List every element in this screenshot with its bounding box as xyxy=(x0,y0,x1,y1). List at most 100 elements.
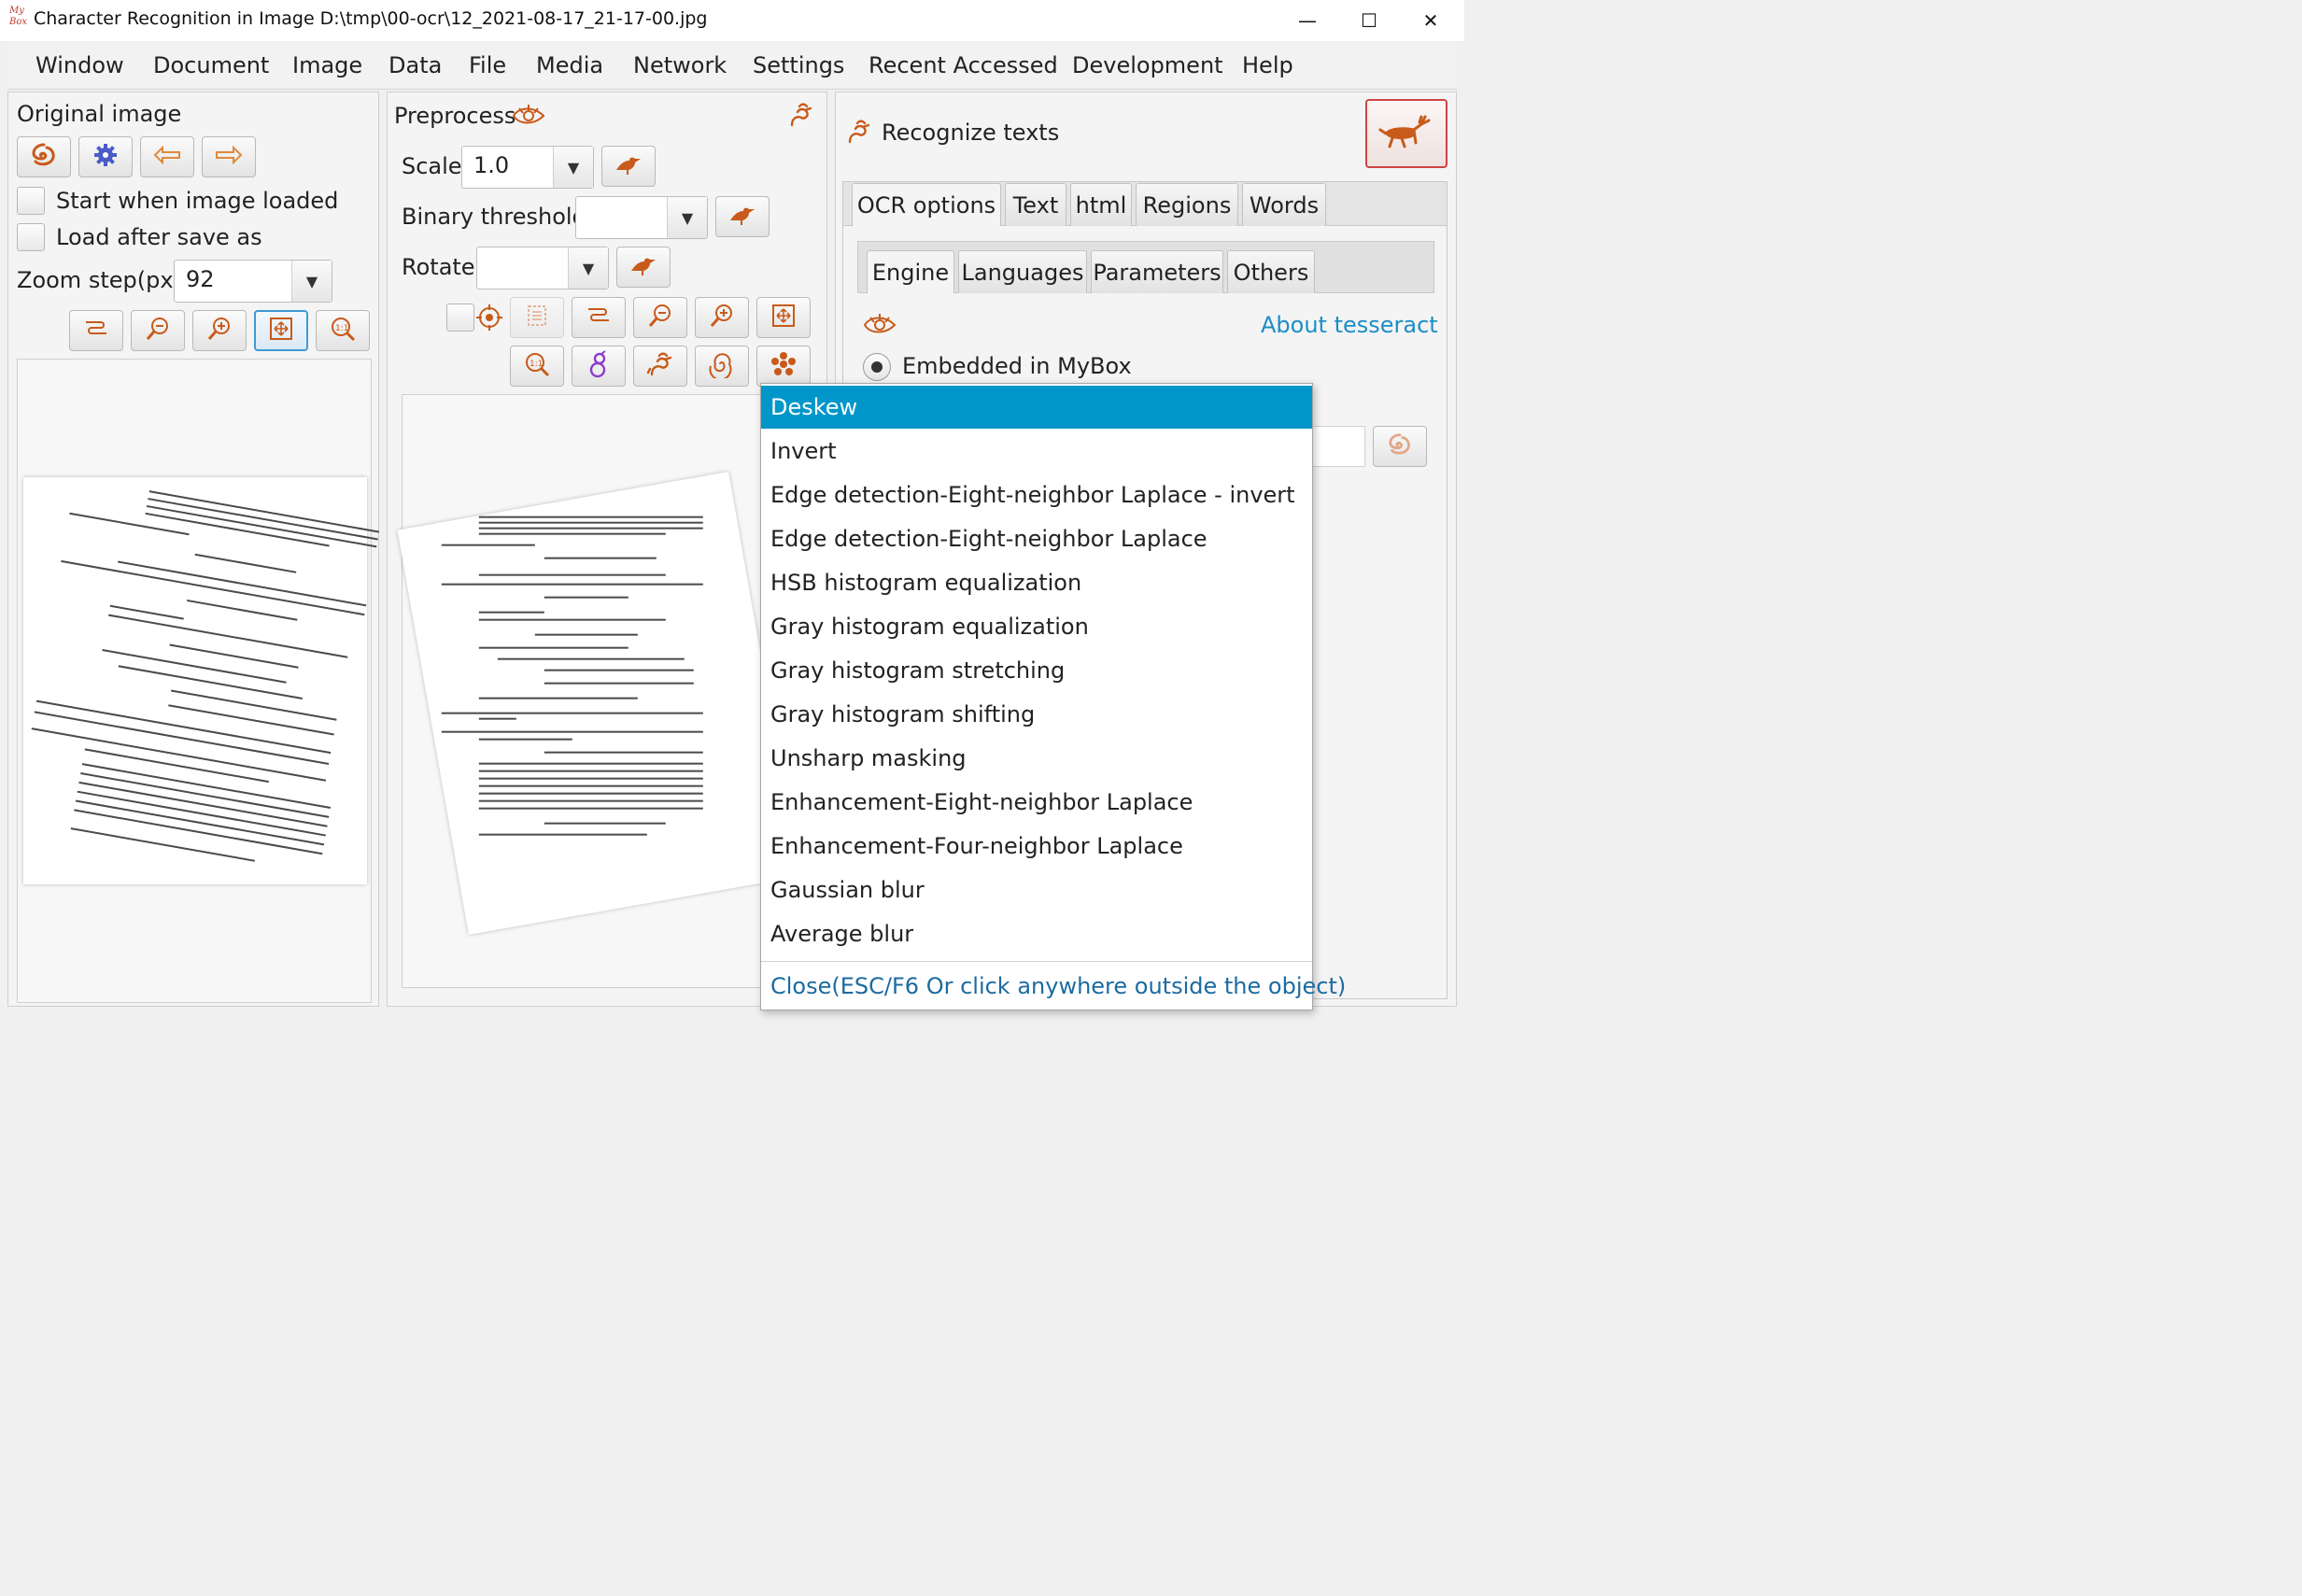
menu-document[interactable]: Document xyxy=(153,52,269,78)
arrow-right-icon xyxy=(215,145,243,168)
browse-tesseract-button[interactable] xyxy=(1373,426,1427,467)
preprocessed-image-viewer[interactable] xyxy=(397,394,812,988)
menu-data[interactable]: Data xyxy=(388,52,442,78)
target-icon[interactable] xyxy=(476,304,502,334)
mybox-button[interactable] xyxy=(17,136,71,177)
scale-select[interactable]: 1.0 ▼ xyxy=(461,146,594,189)
pane-size-button-2[interactable] xyxy=(572,297,626,338)
dragon-button[interactable] xyxy=(633,346,687,387)
scale-label: Scale xyxy=(402,153,462,179)
swirl-icon xyxy=(708,350,736,382)
swirl-button[interactable] xyxy=(695,346,749,387)
menu-window[interactable]: Window xyxy=(35,52,124,78)
tab-words[interactable]: Words xyxy=(1242,183,1326,226)
close-window-button[interactable]: ✕ xyxy=(1401,0,1461,41)
binary-threshold-select[interactable]: ▼ xyxy=(575,196,708,239)
tab-languages[interactable]: Languages xyxy=(958,250,1087,293)
gourd-icon xyxy=(586,350,611,382)
bird-icon xyxy=(629,254,657,280)
title-bar: My Box Character Recognition in Image D:… xyxy=(0,0,1464,41)
fit-window-button-2[interactable] xyxy=(756,297,811,338)
menu-item-deskew[interactable]: Deskew xyxy=(761,386,1312,429)
tab-html[interactable]: html xyxy=(1070,183,1132,226)
menu-bar: Window Document Image Data File Media Ne… xyxy=(7,45,1457,90)
select-all-button[interactable] xyxy=(510,297,564,338)
chevron-down-icon[interactable]: ▼ xyxy=(553,147,593,188)
menu-network[interactable]: Network xyxy=(633,52,727,78)
pane-size-button[interactable] xyxy=(69,310,123,351)
actual-size-button-2[interactable]: 1:1 xyxy=(510,346,564,387)
settings-button[interactable] xyxy=(78,136,133,177)
menu-item-unsharp-masking[interactable]: Unsharp masking xyxy=(761,737,1312,780)
rotate-label: Rotate xyxy=(402,254,475,280)
menu-item-edge-laplace-invert[interactable]: Edge detection-Eight-neighbor Laplace - … xyxy=(761,473,1312,516)
tab-text[interactable]: Text xyxy=(1005,183,1066,226)
previous-image-button[interactable] xyxy=(140,136,194,177)
menu-item-gaussian-blur[interactable]: Gaussian blur xyxy=(761,869,1312,911)
menu-item-hsb-equalization[interactable]: HSB histogram equalization xyxy=(761,561,1312,604)
original-image-viewer[interactable] xyxy=(17,359,380,1003)
flower-button[interactable] xyxy=(756,346,811,387)
menu-item-enhancement-eight[interactable]: Enhancement-Eight-neighbor Laplace xyxy=(761,781,1312,824)
menu-image[interactable]: Image xyxy=(292,52,362,78)
chevron-down-icon[interactable]: ▼ xyxy=(568,247,608,289)
menu-development[interactable]: Development xyxy=(1072,52,1223,78)
radio-dot xyxy=(871,361,883,373)
tab-others[interactable]: Others xyxy=(1227,250,1315,293)
menu-item-gray-stretching[interactable]: Gray histogram stretching xyxy=(761,649,1312,692)
binary-threshold-label: Binary threshold xyxy=(402,204,586,230)
actual-size-button[interactable]: 1:1 xyxy=(316,310,370,351)
menu-file[interactable]: File xyxy=(469,52,506,78)
tab-engine[interactable]: Engine xyxy=(867,250,954,293)
embedded-engine-radio[interactable] xyxy=(863,353,891,381)
svg-text:1:1: 1:1 xyxy=(530,360,543,369)
menu-settings[interactable]: Settings xyxy=(753,52,844,78)
menu-recent-accessed[interactable]: Recent Accessed xyxy=(869,52,1058,78)
about-tesseract-link[interactable]: About tesseract xyxy=(1261,312,1438,338)
rotate-select[interactable]: ▼ xyxy=(476,247,609,290)
start-when-loaded-label: Start when image loaded xyxy=(56,188,339,214)
menu-help[interactable]: Help xyxy=(1242,52,1293,78)
fit-window-button[interactable] xyxy=(254,310,308,351)
original-image-title: Original image xyxy=(17,101,182,127)
popup-close-item[interactable]: Close(ESC/F6 Or click anywhere outside t… xyxy=(761,961,1346,1010)
tesseract-path-input[interactable] xyxy=(1311,426,1365,467)
menu-item-edge-laplace[interactable]: Edge detection-Eight-neighbor Laplace xyxy=(761,517,1312,560)
arrow-left-icon xyxy=(153,145,181,168)
menu-item-enhancement-four[interactable]: Enhancement-Four-neighbor Laplace xyxy=(761,825,1312,868)
maximize-button[interactable]: ☐ xyxy=(1339,0,1399,41)
fit-window-icon xyxy=(268,316,294,346)
pane-size-icon xyxy=(586,305,612,330)
next-image-button[interactable] xyxy=(202,136,256,177)
start-recognition-button[interactable] xyxy=(1365,99,1448,168)
chevron-down-icon[interactable]: ▼ xyxy=(667,197,707,238)
bird-icon xyxy=(728,204,756,230)
zoom-in-button[interactable] xyxy=(192,310,247,351)
scale-apply-button[interactable] xyxy=(601,146,656,187)
tab-ocr-options[interactable]: OCR options xyxy=(852,183,1001,226)
gourd-button[interactable] xyxy=(572,346,626,387)
chevron-down-icon[interactable]: ▼ xyxy=(291,261,332,302)
menu-item-average-blur[interactable]: Average blur xyxy=(761,912,1312,955)
scale-value: 1.0 xyxy=(473,152,510,178)
load-after-save-checkbox[interactable] xyxy=(17,223,45,251)
actual-size-icon: 1:1 xyxy=(330,316,356,346)
minimize-button[interactable]: — xyxy=(1278,0,1337,41)
rotate-apply-button[interactable] xyxy=(616,247,671,288)
zoom-out-button[interactable] xyxy=(131,310,185,351)
menu-media[interactable]: Media xyxy=(536,52,603,78)
menu-item-invert[interactable]: Invert xyxy=(761,430,1312,473)
pick-color-checkbox[interactable] xyxy=(446,304,474,332)
load-after-save-label: Load after save as xyxy=(56,224,262,250)
tab-regions[interactable]: Regions xyxy=(1136,183,1238,226)
menu-item-gray-shifting[interactable]: Gray histogram shifting xyxy=(761,693,1312,736)
menu-item-gray-equalization[interactable]: Gray histogram equalization xyxy=(761,605,1312,648)
zoom-out-button-2[interactable] xyxy=(633,297,687,338)
tab-parameters[interactable]: Parameters xyxy=(1091,250,1223,293)
zoom-step-select[interactable]: 92 ▼ xyxy=(174,260,332,303)
dragon-icon[interactable] xyxy=(786,101,814,133)
start-when-loaded-checkbox[interactable] xyxy=(17,187,45,215)
binary-apply-button[interactable] xyxy=(715,196,770,237)
zoom-in-icon xyxy=(709,303,735,332)
zoom-in-button-2[interactable] xyxy=(695,297,749,338)
